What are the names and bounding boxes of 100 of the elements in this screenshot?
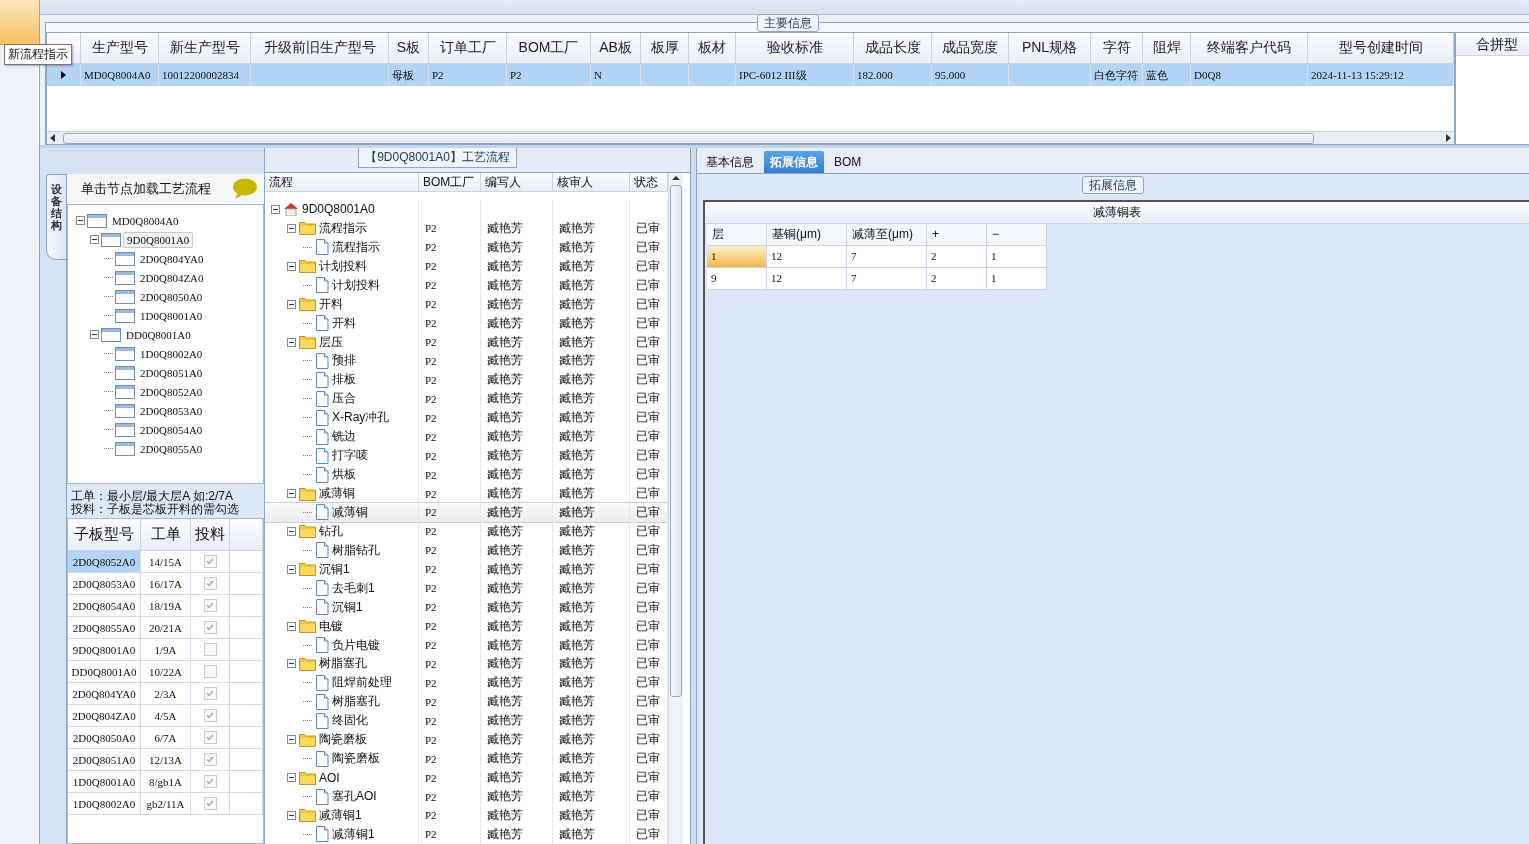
tree-row[interactable]: 负片电镀 P2 臧艳芳 臧艳芳 已审 [265,635,668,655]
tree-row[interactable]: 钻孔 P2 臧艳芳 臧艳芳 已审 [265,521,668,541]
column-header[interactable]: 投料 [191,519,230,551]
collapse-toggle[interactable] [76,216,85,225]
column-header[interactable]: + [927,224,987,246]
tree-row[interactable]: 陶瓷磨板 P2 臧艳芳 臧艳芳 已审 [265,730,668,750]
tree-node[interactable]: 2D0Q804YA0 [137,251,207,266]
table-cell[interactable]: 9 [707,268,767,290]
column-header[interactable]: BOM工厂 [419,173,481,191]
column-header[interactable]: AB板 [591,33,641,64]
tree-row[interactable]: 流程指示 P2 臧艳芳 臧艳芳 已审 [265,218,668,238]
tree-row[interactable]: 沉铜1 P2 臧艳芳 臧艳芳 已审 [265,559,668,579]
tree-row[interactable]: 铣边 P2 臧艳芳 臧艳芳 已审 [265,427,668,447]
column-header[interactable]: 订单工厂 [429,33,507,64]
column-header[interactable]: 编写人 [481,173,553,191]
tree-row[interactable]: 开料 P2 臧艳芳 臧艳芳 已审 [265,313,668,333]
collapse-toggle[interactable] [287,621,296,631]
table-cell[interactable]: 1D0Q8001A0 [68,771,141,793]
tree-node[interactable]: 2D0Q8055A0 [137,441,206,456]
collapse-toggle[interactable] [287,810,296,820]
tree-node[interactable]: 2D0Q8051A0 [137,365,206,380]
tree-node[interactable]: DD0Q8001A0 [123,327,194,342]
tree-row[interactable]: 层压 P2 臧艳芳 臧艳芳 已审 [265,332,668,352]
horizontal-scrollbar[interactable] [47,131,1454,144]
column-header[interactable]: 基铜(μm) [767,224,847,246]
collapse-toggle[interactable] [287,223,296,233]
checkbox[interactable] [203,775,217,788]
table-cell[interactable]: 1 [707,246,767,268]
tree-row[interactable]: 终固化 P2 臧艳芳 臧艳芳 已审 [265,711,668,731]
collapse-toggle[interactable] [287,564,296,574]
collapse-toggle[interactable] [287,526,296,536]
table-cell[interactable]: 2D0Q8052A0 [68,551,141,573]
tree-row[interactable]: 树脂塞孔 P2 臧艳芳 臧艳芳 已审 [265,692,668,712]
tree-row[interactable]: 计划投料 P2 臧艳芳 臧艳芳 已审 [265,275,668,295]
table-cell[interactable]: 2D0Q8055A0 [68,617,141,639]
scroll-thumb[interactable] [63,133,1314,144]
tree-row[interactable]: 树脂钻孔 P2 臧艳芳 臧艳芳 已审 [265,540,668,560]
tree-node[interactable]: 2D0Q8054A0 [137,422,206,437]
column-header[interactable]: 字符 [1091,33,1143,64]
tree-row[interactable]: 9D0Q8001A0 [265,200,668,219]
checkbox[interactable] [203,753,217,766]
tree-row[interactable]: 去毛刺1 P2 臧艳芳 臧艳芳 已审 [265,578,668,598]
column-header[interactable]: BOM工厂 [507,33,591,64]
vertical-scrollbar[interactable] [668,173,683,844]
checkbox[interactable] [203,797,217,810]
table-cell[interactable]: 2D0Q804ZA0 [68,705,141,727]
column-header[interactable]: 生产型号 [81,33,159,64]
tree-row[interactable]: 开料 P2 臧艳芳 臧艳芳 已审 [265,294,668,314]
tree-row[interactable]: 打字唛 P2 臧艳芳 臧艳芳 已审 [265,446,668,466]
scroll-thumb[interactable] [670,185,682,697]
collapse-toggle[interactable] [287,261,296,271]
column-header[interactable]: S板 [389,33,429,64]
tree-row[interactable]: AOI P2 臧艳芳 臧艳芳 已审 [265,768,668,788]
tree-row[interactable]: 减薄铜1 P2 臧艳芳 臧艳芳 已审 [265,806,668,825]
column-header[interactable]: PNL规格 [1009,33,1091,64]
table-cell[interactable]: 2D0Q8051A0 [68,749,141,771]
collapse-toggle[interactable] [287,337,296,347]
tree-node[interactable]: 2D0Q8052A0 [137,384,206,399]
checkbox[interactable] [203,577,217,590]
tree-node[interactable]: 1D0Q8002A0 [137,346,206,361]
column-header[interactable]: 流程 [265,173,419,191]
tree-node[interactable]: 1D0Q8001A0 [137,308,206,323]
tree-node[interactable]: 2D0Q8053A0 [137,403,206,418]
row-header[interactable] [47,64,81,86]
column-header[interactable]: 核审人 [553,173,630,191]
checkbox[interactable] [203,621,217,634]
vertical-tab[interactable]: 设备结构 [46,174,66,260]
table-cell[interactable]: 2D0Q804YA0 [68,683,141,705]
tree-row[interactable]: 流程指示 P2 臧艳芳 臧艳芳 已审 [265,237,668,257]
tree-row[interactable]: 阻焊前处理 P2 臧艳芳 臧艳芳 已审 [265,673,668,693]
column-header[interactable]: 层 [707,224,767,246]
checkbox[interactable] [203,709,217,722]
collapse-toggle[interactable] [287,773,296,783]
tree-row[interactable]: 沉铜1 P2 臧艳芳 臧艳芳 已审 [265,597,668,617]
column-header[interactable]: 新生产型号 [159,33,251,64]
tree-row[interactable]: 压合 P2 臧艳芳 臧艳芳 已审 [265,389,668,409]
collapse-toggle[interactable] [287,659,296,669]
tree-row[interactable]: X-Ray冲孔 P2 臧艳芳 臧艳芳 已审 [265,408,668,428]
column-header[interactable]: 验收标准 [736,33,854,64]
column-header[interactable]: 减薄至(μm) [847,224,927,246]
table-cell[interactable]: 2D0Q8054A0 [68,595,141,617]
column-header[interactable]: 型号创建时间 [1308,33,1454,64]
column-header[interactable]: 成品长度 [854,33,932,64]
collapse-toggle[interactable] [287,299,296,309]
tree-row[interactable]: 树脂塞孔 P2 臧艳芳 臧艳芳 已审 [265,654,668,674]
table-cell[interactable]: DD0Q8001A0 [68,661,141,683]
tree-row[interactable]: 减薄铜1 P2 臧艳芳 臧艳芳 已审 [265,824,668,844]
column-header[interactable]: 板厚 [641,33,689,64]
table-cell[interactable]: 1D0Q8002A0 [68,793,141,815]
checkbox[interactable] [203,555,217,568]
tree-node[interactable]: 2D0Q8050A0 [137,289,206,304]
column-header[interactable]: 升级前旧生产型号 [251,33,389,64]
column-header[interactable]: 板材 [689,33,736,64]
tree-row[interactable]: 排板 P2 臧艳芳 臧艳芳 已审 [265,370,668,390]
tree-node[interactable]: 2D0Q804ZA0 [137,270,207,285]
tab[interactable]: BOM [828,151,868,173]
tree-row[interactable]: 计划投料 P2 臧艳芳 臧艳芳 已审 [265,256,668,276]
tree-node[interactable]: MD0Q8004A0 [109,213,182,228]
checkbox[interactable] [203,643,217,656]
tree-row[interactable]: 塞孔AOI P2 臧艳芳 臧艳芳 已审 [265,787,668,806]
